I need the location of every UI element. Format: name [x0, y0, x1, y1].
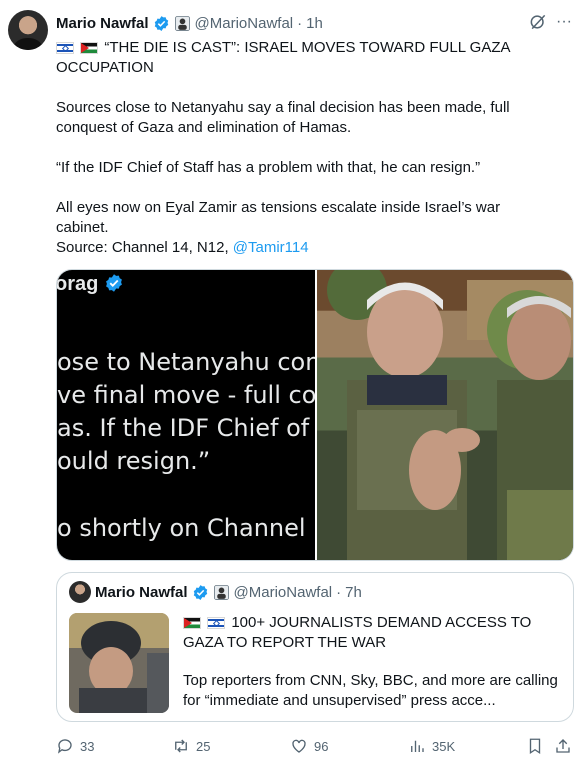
reply-icon — [57, 739, 72, 754]
repost-count: 25 — [196, 738, 211, 754]
like-icon — [292, 739, 306, 753]
grok-icon[interactable] — [528, 12, 548, 32]
quoted-thumbnail-illustration — [69, 613, 169, 713]
author-name[interactable]: Mario Nawfal — [56, 15, 149, 32]
post-headline-row: “THE DIE IS CAST”: ISRAEL MOVES TOWARD F… — [56, 38, 556, 78]
source-link[interactable]: @Tamir114 — [233, 239, 309, 256]
palestine-flag-icon — [80, 42, 99, 55]
media-image-screenshot[interactable]: orag ose to Netanyahu confir ve final mo… — [57, 270, 315, 560]
verified-badge-icon — [193, 584, 207, 600]
quoted-headline-row: 100+ JOURNALISTS DEMAND ACCESS TO GAZA T… — [183, 613, 563, 653]
reply-count: 33 — [80, 738, 95, 754]
media-grid: orag ose to Netanyahu confir ve final mo… — [56, 269, 574, 561]
like-button[interactable]: 96 — [290, 734, 328, 758]
like-count: 96 — [314, 738, 329, 754]
verified-badge-icon — [154, 15, 168, 31]
post-source: Source: Channel 14, N12, @Tamir114 — [56, 238, 556, 258]
media-image-photo[interactable] — [317, 270, 573, 560]
quoted-body: Top reporters from CNN, Sky, BBC, and mo… — [183, 672, 558, 709]
screenshot-line-4: ould resign.” — [57, 447, 211, 475]
views-button[interactable]: 35K — [408, 734, 455, 758]
screenshot-verified-icon — [105, 274, 122, 292]
share-button[interactable] — [554, 734, 572, 758]
author-avatar[interactable] — [8, 10, 48, 50]
israel-flag-icon — [207, 617, 226, 630]
repost-icon — [175, 739, 187, 753]
quoted-header: Mario Nawfal @MarioNawfal · 7h — [69, 581, 362, 603]
action-bar: 33 25 96 35K — [56, 734, 574, 758]
separator-dot: · — [297, 14, 303, 32]
quoted-post-time: 7h — [345, 583, 362, 601]
bookmark-button[interactable] — [526, 734, 544, 758]
quoted-author-avatar — [69, 581, 91, 603]
post-headline: “THE DIE IS CAST”: ISRAEL MOVES TOWARD F… — [56, 39, 510, 76]
screenshot-line-5: o shortly on Channel 14’s — [57, 514, 315, 542]
post-paragraph-2: “If the IDF Chief of Staff has a problem… — [56, 159, 481, 176]
more-icon[interactable]: ··· — [556, 14, 576, 30]
views-count: 35K — [432, 738, 456, 754]
tweet-header: Mario Nawfal @MarioNawfal · 1h — [56, 12, 323, 34]
photo-illustration — [317, 270, 573, 560]
quoted-author-name: Mario Nawfal — [95, 583, 188, 601]
views-icon — [411, 740, 424, 752]
source-prefix: Source: Channel 14, N12, — [56, 239, 233, 256]
repost-button[interactable]: 25 — [172, 734, 210, 758]
bookmark-icon — [529, 738, 541, 755]
screenshot-line-1: ose to Netanyahu confir — [57, 348, 315, 376]
quoted-thumbnail — [69, 613, 169, 713]
post-time[interactable]: 1h — [306, 15, 323, 32]
screenshot-header: orag — [57, 273, 124, 296]
israel-flag-icon — [56, 42, 74, 55]
quoted-headline: 100+ JOURNALISTS DEMAND ACCESS TO GAZA T… — [183, 614, 532, 651]
org-affiliation-icon[interactable] — [174, 15, 191, 32]
share-icon — [556, 739, 570, 753]
screenshot-header-text: orag — [57, 273, 99, 295]
screenshot-line-3: as. If the IDF Chief of Sta — [57, 414, 315, 442]
quoted-author-handle: @MarioNawfal — [233, 583, 333, 601]
post-paragraph-3: All eyes now on Eyal Zamir as tensions e… — [56, 199, 501, 236]
tweet[interactable]: Mario Nawfal @MarioNawfal · 1h ··· “THE … — [0, 0, 584, 766]
screenshot-line-2: ve final move - full conqu — [57, 381, 315, 409]
org-affiliation-icon — [213, 584, 229, 600]
author-handle[interactable]: @MarioNawfal — [195, 15, 294, 32]
palestine-flag-icon — [183, 617, 201, 630]
separator-dot: · — [336, 583, 342, 601]
post-paragraph-1: Sources close to Netanyahu say a final d… — [56, 99, 510, 136]
quoted-tweet[interactable]: Mario Nawfal @MarioNawfal · 7h 100+ JOUR… — [56, 572, 574, 722]
reply-button[interactable]: 33 — [56, 734, 94, 758]
